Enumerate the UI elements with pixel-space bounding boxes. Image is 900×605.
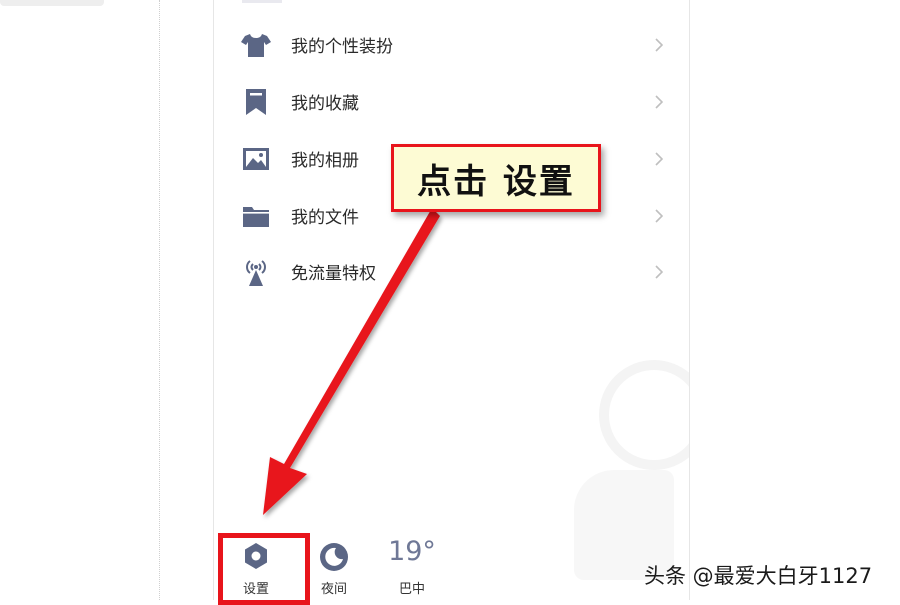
callout-text: 点击 设置	[417, 161, 575, 202]
watermark: 头条 @最爱大白牙1127	[644, 564, 873, 588]
pointer-arrow	[263, 208, 440, 515]
callout-box: 点击 设置	[391, 144, 601, 212]
